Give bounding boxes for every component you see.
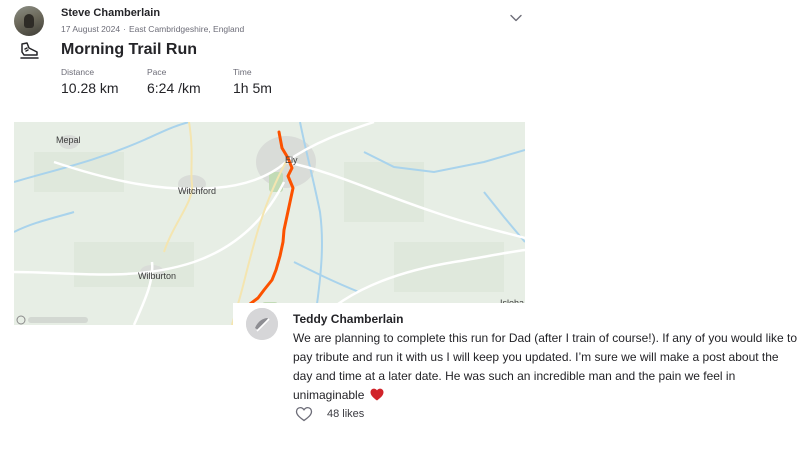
stat-value: 6:24 /km <box>147 80 201 96</box>
map-place-label: Ely <box>285 155 298 165</box>
commenter-name[interactable]: Teddy Chamberlain <box>293 312 403 326</box>
athlete-name[interactable]: Steve Chamberlain <box>61 7 160 19</box>
athlete-avatar[interactable] <box>14 6 44 36</box>
red-heart-icon <box>370 388 384 401</box>
activity-date: 17 August 2024 <box>61 24 121 34</box>
map-place-label: Mepal <box>56 135 81 145</box>
stat-label: Time <box>233 67 252 77</box>
activity-location: East Cambridgeshire, England <box>128 24 245 34</box>
stat-value: 1h 5m <box>233 80 272 96</box>
activity-title[interactable]: Morning Trail Run <box>61 41 197 59</box>
like-count[interactable]: 48 likes <box>327 408 364 420</box>
default-avatar-icon <box>246 308 278 340</box>
stat-value: 10.28 km <box>61 80 119 96</box>
stat-label: Pace <box>147 67 167 77</box>
stat-label: Distance <box>61 67 95 77</box>
chevron-down-icon[interactable] <box>508 10 524 26</box>
activity-meta: 17 August 2024 · East Cambridgeshire, Engl… <box>61 24 244 34</box>
map-place-label: Wilburton <box>138 271 176 281</box>
comment-card: Teddy Chamberlain We are planning to com… <box>233 303 800 450</box>
commenter-avatar[interactable] <box>246 308 278 340</box>
stat-time: Time 1h 5m <box>233 67 272 96</box>
stat-distance: Distance 10.28 km <box>61 67 119 96</box>
route-map[interactable]: Mepal Ely Witchford Wilburton Isleha <box>14 122 525 325</box>
heart-outline-icon[interactable] <box>295 406 313 422</box>
meta-separator: · <box>123 24 126 34</box>
map-canvas: Mepal Ely Witchford Wilburton Isleha <box>14 122 525 325</box>
stat-pace: Pace 6:24 /km <box>147 67 201 96</box>
hiking-shoe-icon <box>20 42 39 59</box>
map-place-label: Witchford <box>178 186 216 196</box>
comment-body: We are planning to complete this run for… <box>293 331 798 402</box>
comment-text: We are planning to complete this run for… <box>293 329 798 405</box>
